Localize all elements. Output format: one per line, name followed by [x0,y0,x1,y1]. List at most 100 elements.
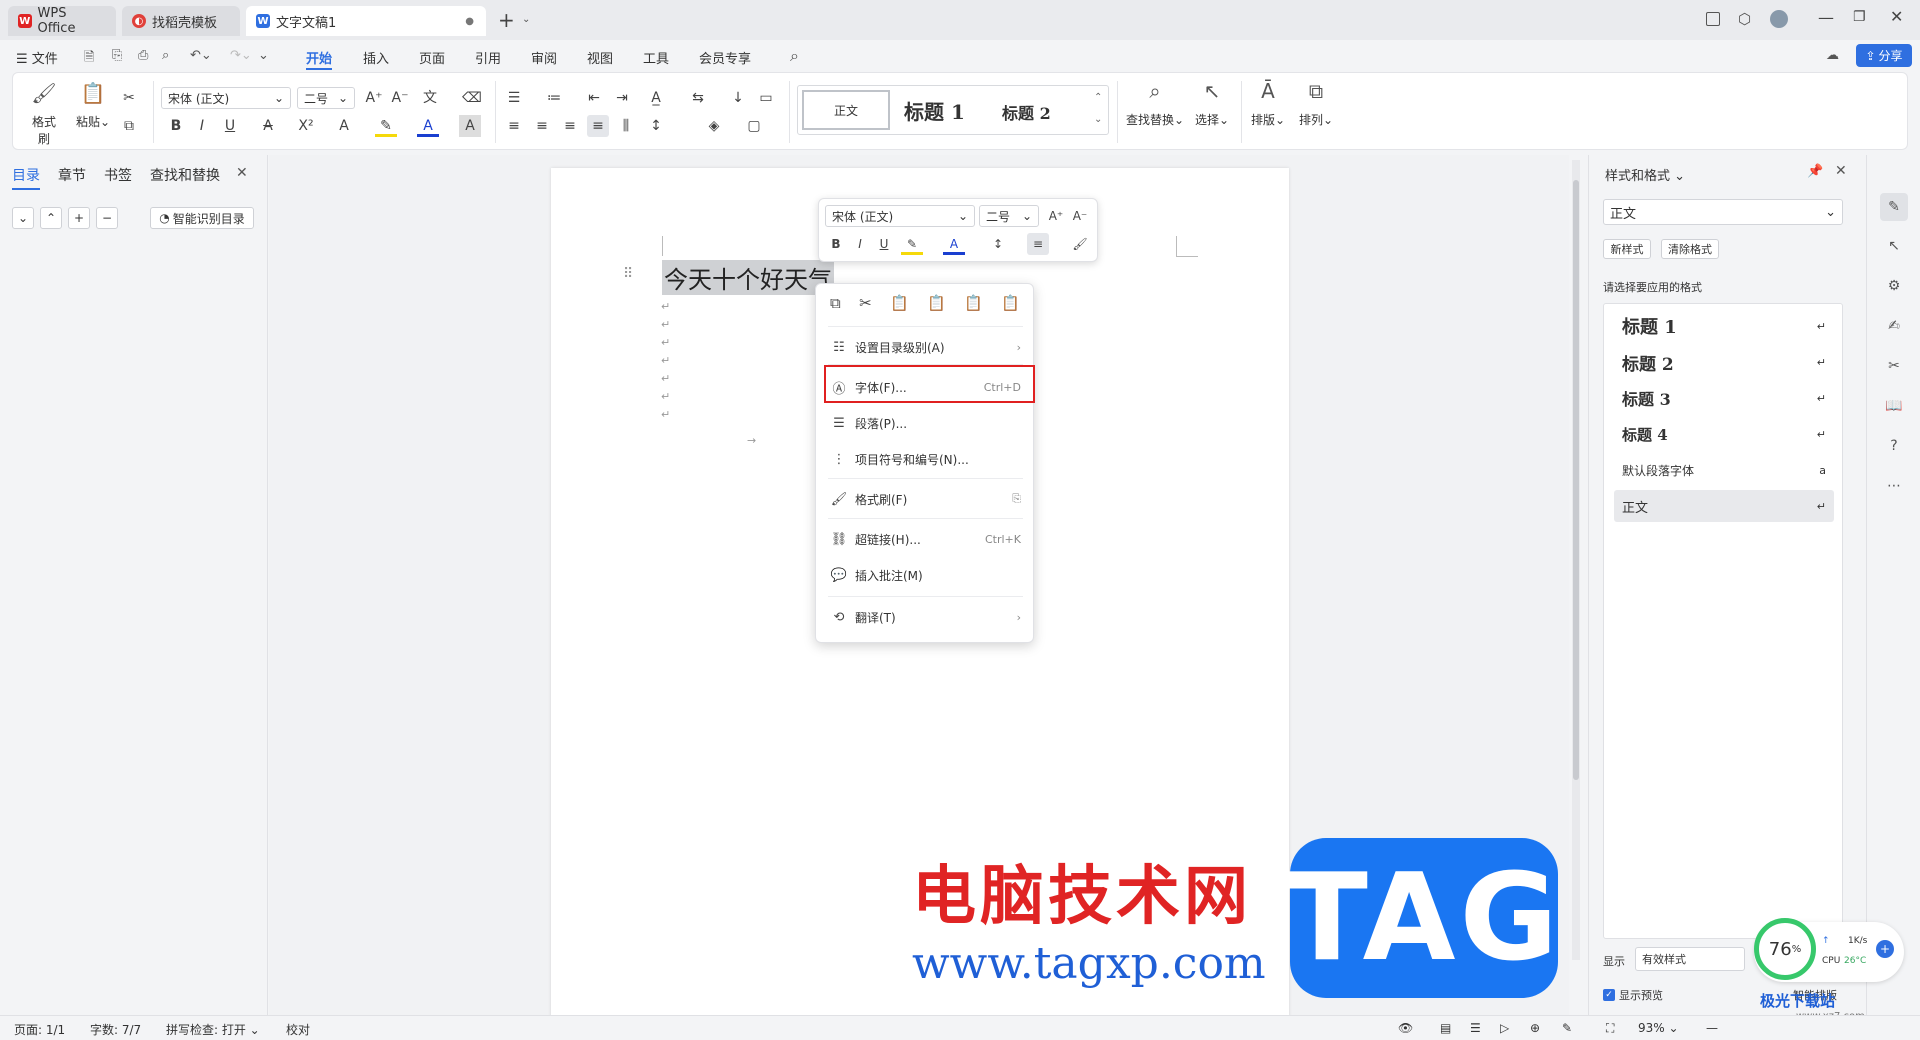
format-painter-pin-icon[interactable]: ⎘ [1012,492,1021,506]
zoom-out-icon[interactable]: — [1706,1021,1718,1035]
find-replace-button[interactable]: ⌕ 查找替换⌄ [1123,79,1187,128]
style-item-heading-1[interactable]: 标题 1 ↵ [1614,310,1834,342]
text-effect-icon[interactable]: A [333,115,355,137]
tab-list-chevron-icon[interactable]: ⌄ [522,14,530,25]
clear-format-button[interactable]: 清除格式 [1661,239,1719,259]
eye-icon[interactable]: 👁 [1398,1021,1413,1035]
underline-icon[interactable]: U [219,115,241,137]
strikethrough-icon[interactable]: A [257,115,279,137]
align-center-icon[interactable]: ≡ [531,115,553,137]
italic-icon[interactable]: I [191,115,213,137]
menu-format-painter[interactable]: 🖌 格式刷(F) ⎘ [816,484,1035,514]
increase-indent-icon[interactable]: ⇥ [611,87,633,109]
mini-font-size-combo[interactable]: 二号 ⌄ [979,205,1039,227]
phonetic-icon[interactable]: 文 [419,87,441,109]
book-icon[interactable]: 📖 [1883,395,1905,417]
menu-hyperlink[interactable]: ⛓ 超链接(H)... Ctrl+K [816,524,1035,554]
search-icon[interactable]: ⌕ [790,46,799,66]
menu-bullets-numbering[interactable]: ⋮ 项目符号和编号(N)... [816,444,1035,474]
copy-icon[interactable]: ⧉ [830,294,841,318]
style-heading-1[interactable]: 标题 1 [904,96,965,125]
more-chevron-icon[interactable]: ⌄ [258,48,269,63]
new-tab-button[interactable]: + [498,8,515,32]
menu-paragraph[interactable]: ☰ 段落(P)... [816,408,1035,438]
text-direction-icon[interactable]: ⇆ [687,87,709,109]
unsaved-dot-icon[interactable]: ● [465,16,474,27]
close-window-icon[interactable]: ✕ [1890,7,1903,26]
restore-icon[interactable]: ❐ [1853,9,1866,25]
cloud-icon[interactable]: ☁ [1826,48,1839,63]
numbering-icon[interactable]: ≔ [543,87,565,109]
performance-widget[interactable]: 76% ↑ 1K/s CPU 26°C + [1754,918,1904,982]
word-count[interactable]: 字数: 7/7 [90,1021,141,1038]
italic-icon[interactable]: I [849,233,871,255]
font-name-combo[interactable]: 宋体 (正文) ⌄ [161,87,291,109]
scrollbar-thumb[interactable] [1573,180,1579,780]
gallery-more-icon[interactable]: ⌄ [1094,114,1102,125]
copy-icon[interactable]: ⧉ [118,115,140,137]
redo-icon[interactable]: ↷⌄ [230,48,252,63]
avatar[interactable] [1770,10,1788,28]
font-size-combo[interactable]: 二号 ⌄ [297,87,355,109]
minimize-icon[interactable]: — [1818,8,1834,27]
spell-check[interactable]: 拼写检查: 打开 ⌄ [166,1021,260,1038]
line-spacing-icon[interactable]: ↕ [987,233,1009,255]
shading-icon[interactable]: ◈ [703,115,725,137]
tab-find-replace[interactable]: 查找和替换 [150,165,220,185]
print-icon[interactable]: ⎙ [138,48,148,63]
shrink-font-icon[interactable]: A⁻ [389,87,411,109]
align-left-icon[interactable]: ≡ [503,115,525,137]
help-icon[interactable]: ? [1883,435,1905,457]
remove-icon[interactable]: − [96,207,118,229]
close-pane-icon[interactable]: ✕ [1835,163,1847,179]
font-color-icon[interactable]: A [417,115,439,137]
sort-icon[interactable]: ↓ [727,87,749,109]
current-style-combo[interactable]: 正文 ⌄ [1603,199,1843,225]
font-color-icon[interactable]: A [943,233,965,255]
tab-document[interactable]: W 文字文稿1 ● [246,6,486,36]
proofread[interactable]: 校对 [286,1021,310,1038]
sliders-icon[interactable]: ⚙ [1883,275,1905,297]
decrease-indent-icon[interactable]: ⇤ [583,87,605,109]
chinese-layout-icon[interactable]: A̲ [645,87,667,109]
tools-icon[interactable]: ✂ [1883,355,1905,377]
menu-member[interactable]: 会员专享 [699,48,751,67]
justify-icon[interactable]: ≡ [587,115,609,137]
cube-icon[interactable]: ⬡ [1738,10,1751,28]
menu-page[interactable]: 页面 [419,48,445,67]
preview-checkbox[interactable]: ✓ 显示预览 [1603,987,1663,1003]
styles-pane-title[interactable]: 样式和格式 ⌄ [1605,165,1685,184]
page-view-icon[interactable]: ▤ [1440,1021,1451,1035]
mini-font-name-combo[interactable]: 宋体 (正文) ⌄ [825,205,975,227]
menu-tools[interactable]: 工具 [643,48,669,67]
vertical-scrollbar[interactable] [1572,160,1580,960]
cut-icon[interactable]: ✂ [859,294,872,318]
highlight-icon[interactable]: ✎ [901,233,923,255]
tab-bookmark[interactable]: 书签 [104,165,132,185]
bullets-icon[interactable]: ☰ [503,87,525,109]
pen-icon[interactable]: ✎ [1880,193,1908,221]
char-shading-icon[interactable]: A [459,115,481,137]
gallery-up-icon[interactable]: ⌃ [1094,92,1102,103]
shrink-font-icon[interactable]: A⁻ [1069,205,1091,227]
layout-button[interactable]: Ā 排版⌄ [1247,79,1289,128]
close-pane-icon[interactable]: ✕ [236,165,248,181]
format-painter-icon[interactable]: 🖌 [1069,233,1091,255]
boost-plus-icon[interactable]: + [1876,940,1894,958]
menu-toc-level[interactable]: ☷ 设置目录级别(A) › [816,332,1035,362]
paste-disabled-icon[interactable]: 📋 [927,294,946,318]
play-icon[interactable]: ▷ [1500,1021,1509,1035]
export-icon[interactable]: ⎘ [112,48,122,63]
menu-review[interactable]: 审阅 [531,48,557,67]
grow-font-icon[interactable]: A⁺ [363,87,385,109]
show-combo[interactable]: 有效样式 [1635,947,1745,971]
selected-text[interactable]: 今天十个好天气 [662,260,834,295]
expand-chevron-icon[interactable]: ⌃ [40,207,62,229]
smart-toc-button[interactable]: ◔ 智能识别目录 [150,207,254,229]
fit-icon[interactable]: ⛶ [1606,1021,1614,1036]
style-item-heading-2[interactable]: 标题 2 ↵ [1614,346,1834,378]
style-item-default-font[interactable]: 默认段落字体 a [1614,454,1834,486]
grow-font-icon[interactable]: A⁺ [1045,205,1067,227]
style-normal[interactable]: 正文 [802,90,890,130]
more-icon[interactable]: ⋯ [1883,475,1905,497]
